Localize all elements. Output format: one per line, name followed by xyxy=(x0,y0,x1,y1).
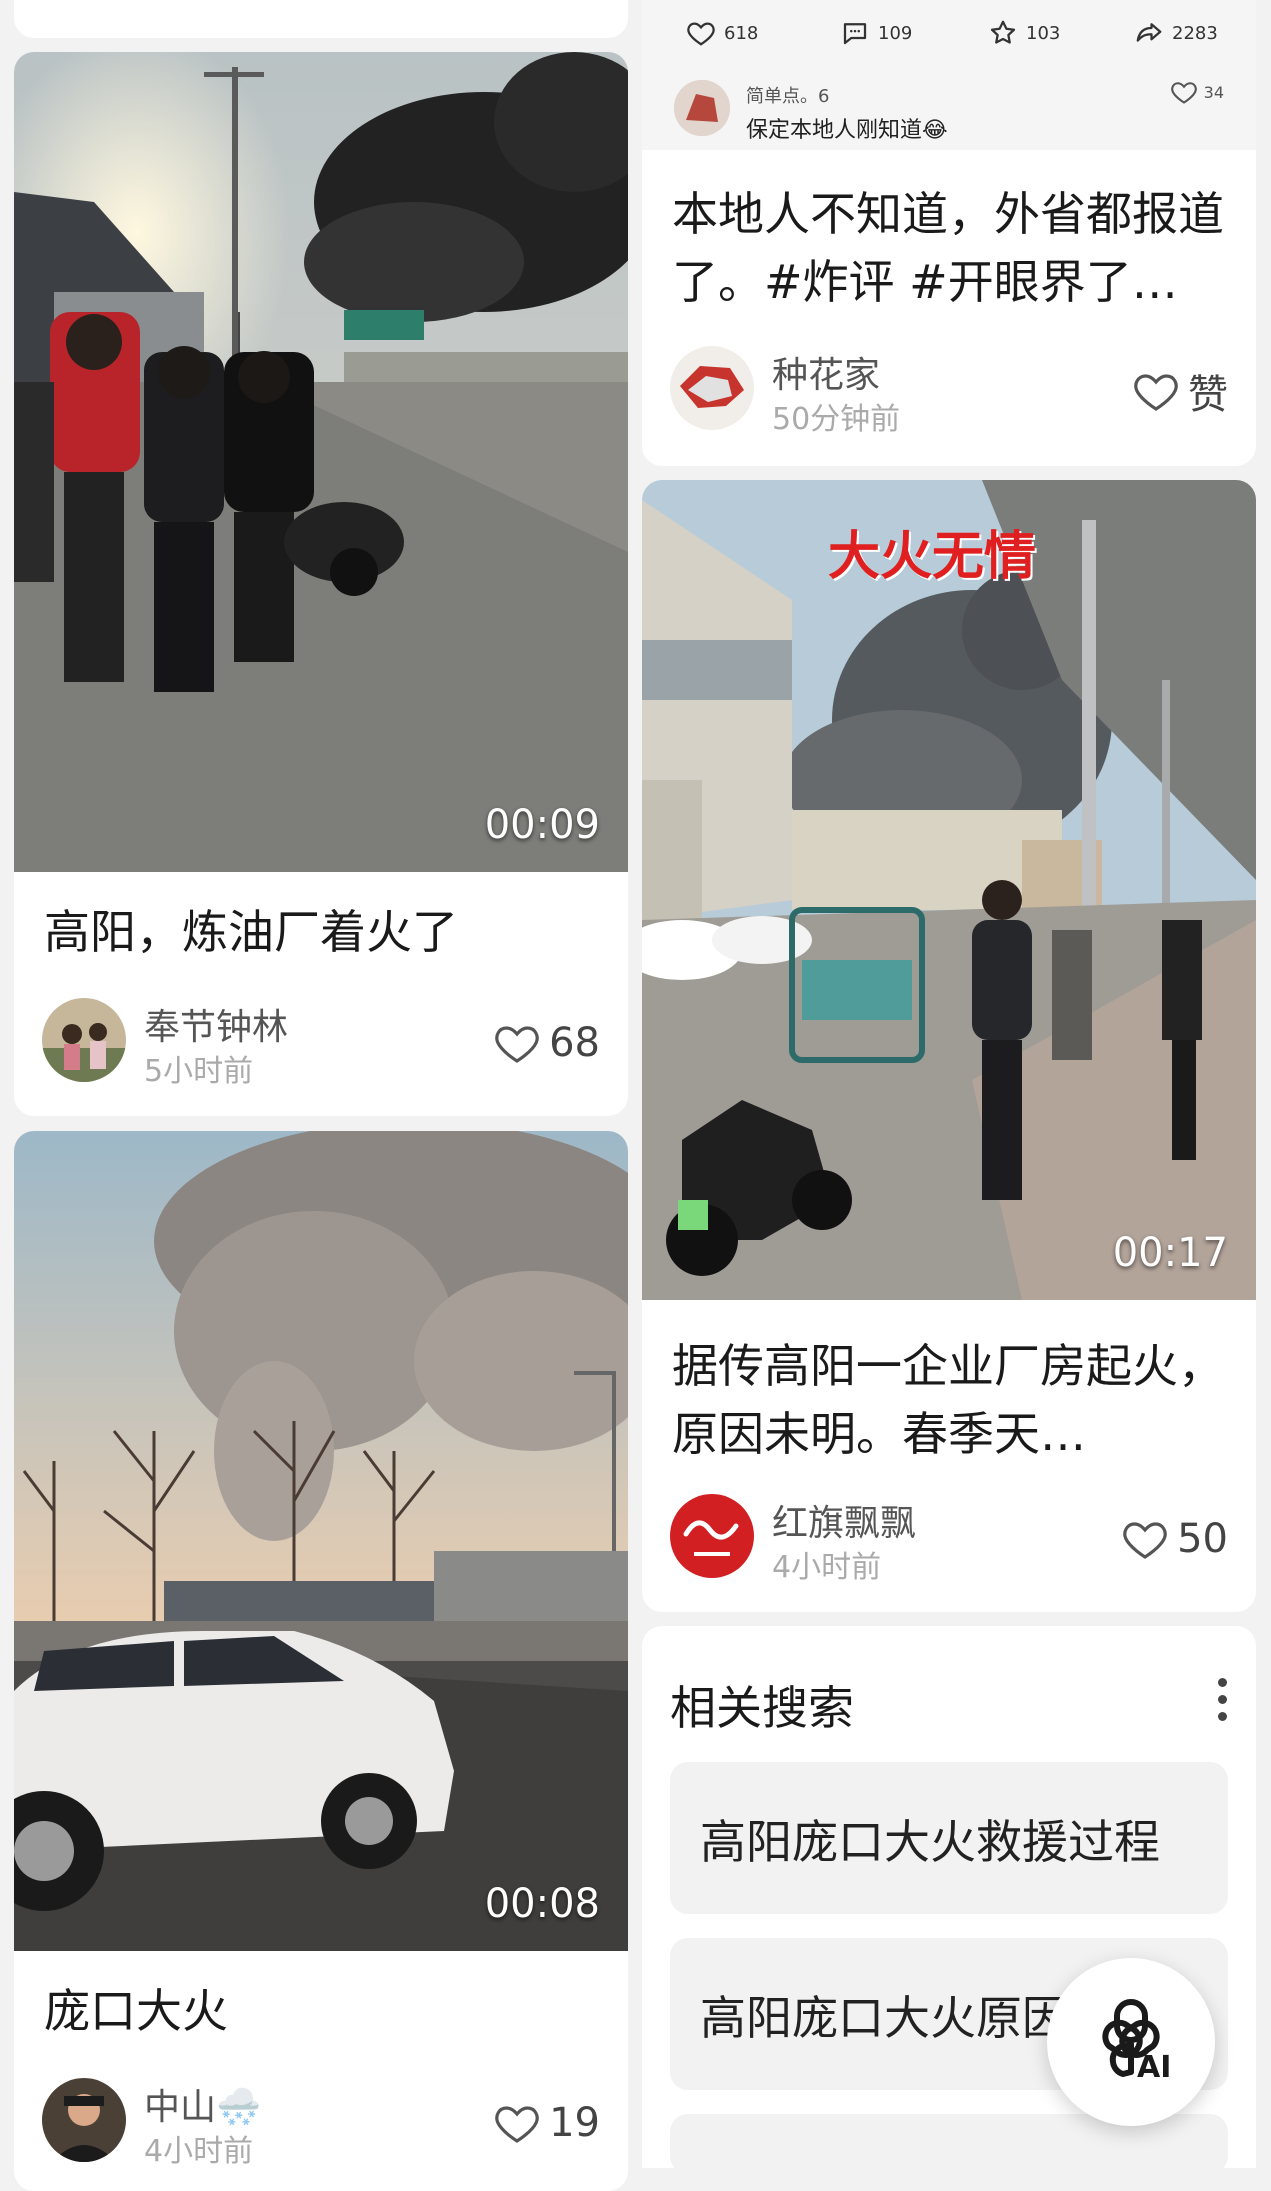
commenter-avatar xyxy=(674,80,730,136)
comment-icon xyxy=(843,23,867,45)
video-title[interactable]: 高阳，炼油厂着火了 xyxy=(44,898,598,966)
heart-icon xyxy=(495,2106,539,2143)
like-button[interactable]: 50 xyxy=(1121,1514,1228,1564)
author-name[interactable]: 奉节钟林 xyxy=(144,998,288,1050)
ai-label: AI xyxy=(1137,2050,1172,2085)
ai-flower-icon xyxy=(1102,1999,1160,2077)
stat-comment: 109 xyxy=(840,18,912,48)
video-thumbnail[interactable]: 大火无情 00:17 xyxy=(642,480,1256,1300)
like-count: 68 xyxy=(549,1020,600,1066)
video-duration: 00:09 xyxy=(484,802,600,848)
heart-icon xyxy=(1134,374,1178,411)
post-time: 5小时前 xyxy=(144,1054,254,1089)
partial-card-top[interactable] xyxy=(14,0,628,38)
video-title[interactable]: 本地人不知道，外省都报道了。#炸评 #开眼界了… xyxy=(672,180,1226,316)
like-button[interactable]: 68 xyxy=(493,1018,600,1068)
stat-share-count: 2283 xyxy=(1172,22,1218,44)
avatar[interactable] xyxy=(670,346,754,430)
video-duration: 00:17 xyxy=(1112,1230,1228,1276)
comment-like: 34 xyxy=(1170,78,1224,106)
commenter-avatar-image xyxy=(674,80,730,136)
video-overlay-text: 大火无情 xyxy=(828,527,1037,587)
share-icon xyxy=(1136,23,1162,42)
post-time: 4小时前 xyxy=(144,2134,254,2169)
heart-icon xyxy=(1123,1522,1167,1559)
stat-star-count: 103 xyxy=(1026,22,1061,44)
related-search-label: 高阳庞口大火救援过程 xyxy=(700,1815,1160,1869)
avatar[interactable] xyxy=(42,2078,126,2162)
ai-assistant-button[interactable]: AI xyxy=(1047,1958,1215,2126)
related-search-label: 高阳庞口大火原因 xyxy=(700,1991,1068,2045)
author-row[interactable]: 红旗飘飘 4小时前 50 xyxy=(670,1494,1228,1585)
like-button[interactable]: 赞 xyxy=(1132,366,1228,418)
stat-like-count: 618 xyxy=(724,22,759,44)
video-card[interactable]: 00:09 高阳，炼油厂着火了 奉节钟林 5小时前 68 xyxy=(14,52,628,1116)
like-button[interactable]: 19 xyxy=(493,2098,600,2148)
author-row[interactable]: 奉节钟林 5小时前 68 xyxy=(42,998,600,1089)
heart-icon xyxy=(495,1026,539,1063)
related-searches-title: 相关搜索 xyxy=(670,1681,854,1735)
stat-like: 618 xyxy=(686,18,758,48)
commenter-name: 简单点。6 xyxy=(746,86,830,107)
video-duration: 00:08 xyxy=(484,1881,600,1927)
video-title[interactable]: 据传高阳一企业厂房起火，原因未明。春季天… xyxy=(672,1332,1226,1468)
like-count: 50 xyxy=(1177,1516,1228,1562)
embedded-screenshot-stats: 618 109 103 2283 简单点。6 保定本地人刚知道😂 34 xyxy=(642,0,1256,150)
video-thumbnail[interactable]: 00:09 xyxy=(14,52,628,872)
video-thumbnail[interactable]: 00:08 xyxy=(14,1131,628,1951)
video-title[interactable]: 庞口大火 xyxy=(44,1977,598,2045)
avatar-image xyxy=(42,998,126,1082)
video-card[interactable]: 618 109 103 2283 简单点。6 保定本地人刚知道😂 34 本地人不… xyxy=(642,0,1256,466)
avatar-image xyxy=(42,2078,126,2162)
video-card[interactable]: 00:08 庞口大火 中山🌨️ 4小时前 19 xyxy=(14,1131,628,2191)
factory-fire-image xyxy=(642,480,1256,1300)
post-time: 4小时前 xyxy=(772,1550,882,1585)
stat-share: 2283 xyxy=(1134,18,1218,48)
author-name[interactable]: 种花家 xyxy=(772,346,880,398)
avatar-image xyxy=(670,346,754,430)
avatar[interactable] xyxy=(670,1494,754,1578)
comment-like-count: 34 xyxy=(1203,82,1224,102)
avatar[interactable] xyxy=(42,998,126,1082)
heart-icon xyxy=(687,22,715,46)
author-row[interactable]: 中山🌨️ 4小时前 19 xyxy=(42,2078,600,2169)
more-options-icon[interactable] xyxy=(1216,1678,1228,1722)
stat-comment-count: 109 xyxy=(878,22,913,44)
smoke-sky-image xyxy=(14,1131,628,1951)
post-time: 50分钟前 xyxy=(772,402,901,437)
author-name[interactable]: 中山🌨️ xyxy=(144,2078,261,2130)
video-card[interactable]: 大火无情 00:17 据传高阳一企业厂房起火，原因未明。春季天… 红旗飘飘 4小… xyxy=(642,480,1256,1612)
like-count: 19 xyxy=(549,2100,600,2146)
related-search-item[interactable]: 高阳庞口大火救援过程 xyxy=(670,1762,1228,1914)
star-icon xyxy=(990,20,1016,44)
author-row[interactable]: 种花家 50分钟前 赞 xyxy=(670,346,1228,437)
heart-icon xyxy=(1170,82,1197,104)
like-label: 赞 xyxy=(1188,372,1228,418)
author-name[interactable]: 红旗飘飘 xyxy=(772,1494,916,1546)
stat-star: 103 xyxy=(988,18,1060,48)
comment-text: 保定本地人刚知道😂 xyxy=(746,118,948,143)
red-flag-avatar-image xyxy=(670,1494,754,1578)
fire-street-image xyxy=(14,52,628,872)
